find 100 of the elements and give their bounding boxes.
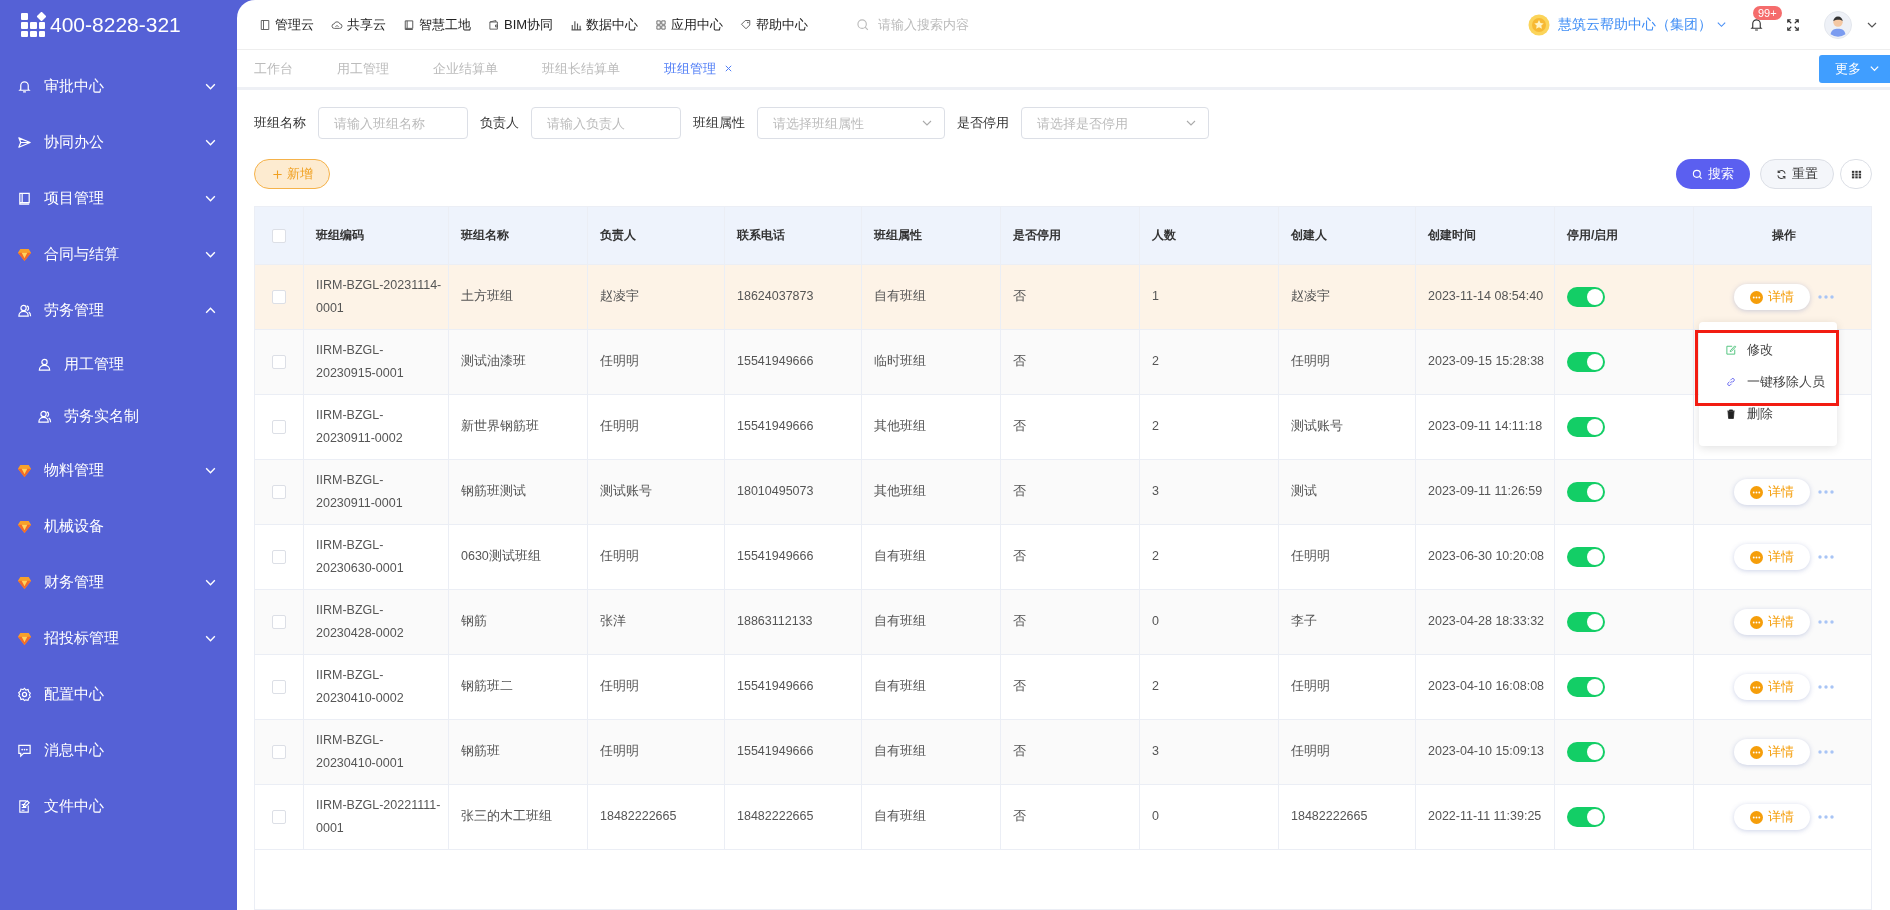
table-cell-text: IIRM-BZGL-20230428-0002: [316, 601, 405, 642]
table-cell-text: 2: [1152, 548, 1159, 566]
nav-link[interactable]: 管理云: [259, 15, 314, 34]
checkbox[interactable]: [272, 228, 286, 243]
menu-item[interactable]: 删除: [1703, 398, 1833, 430]
sidebar-item[interactable]: 财务管理: [0, 554, 237, 610]
users-icon: [17, 302, 32, 318]
column-header: 是否停用: [1013, 227, 1061, 245]
table-cell-text: 18863112133: [737, 613, 813, 631]
dots-icon: [1749, 680, 1763, 694]
sidebar-item[interactable]: 审批中心: [0, 58, 237, 114]
more-icon[interactable]: [1817, 685, 1834, 689]
table-cell-text: 钢筋班二: [461, 678, 513, 696]
checkbox[interactable]: [272, 550, 286, 564]
more-button[interactable]: 更多: [1819, 54, 1890, 83]
table-cell-text: 李子: [1291, 613, 1317, 631]
toggle-switch[interactable]: [1567, 677, 1605, 697]
table-cell-text: 2: [1152, 418, 1159, 436]
notification-icon[interactable]: [1749, 17, 1764, 32]
more-icon[interactable]: [1817, 750, 1834, 754]
nav-link[interactable]: 帮助中心: [740, 15, 809, 34]
table-row[interactable]: IIRM-BZGL-20230911-0001 钢筋班测试 测试账号 18010495073 其他班组 否 3 测试 2023-09-11 11:26:59 详情: [255, 460, 1871, 525]
table-row[interactable]: IIRM-BZGL-20230428-0002 钢筋 张洋 18863112133 自有班组 否 0 李子 2023-04-28 18:33:32 详情: [255, 590, 1871, 655]
sidebar-item[interactable]: 机械设备: [0, 498, 237, 554]
sidebar-item[interactable]: 消息中心: [0, 722, 237, 778]
more-icon[interactable]: [1817, 555, 1834, 559]
fullscreen-icon[interactable]: [1786, 17, 1800, 32]
avatar-icon[interactable]: [1824, 10, 1852, 39]
table-cell-text: 15541949666: [737, 678, 814, 696]
book-icon: [403, 18, 415, 31]
columns-button[interactable]: [1840, 159, 1872, 189]
checkbox[interactable]: [272, 355, 286, 369]
nav-link[interactable]: BIM协同: [488, 15, 554, 34]
table-row[interactable]: IIRM-BZGL-20230410-0001 钢筋班 任明明 15541949666 自有班组 否 3 任明明 2023-04-10 15:09:13 详情: [255, 720, 1871, 785]
sidebar-item[interactable]: 劳务管理: [0, 282, 237, 338]
nav-link[interactable]: 数据中心: [570, 15, 639, 34]
more-icon[interactable]: [1817, 490, 1834, 494]
refresh-icon: [1776, 168, 1787, 180]
table-cell-text: 张三的木工班组: [461, 808, 552, 826]
toggle-switch[interactable]: [1567, 287, 1605, 307]
toggle-switch[interactable]: [1567, 352, 1605, 372]
input-field[interactable]: 请输入负责人: [531, 107, 681, 139]
tab[interactable]: 班组管理: [664, 59, 733, 78]
column-header: 联系电话: [737, 227, 785, 245]
organization-dropdown[interactable]: 慧筑云帮助中心（集团）: [1558, 15, 1727, 34]
filter-label: 班组属性: [693, 114, 745, 132]
checkbox[interactable]: [272, 745, 286, 759]
more-icon[interactable]: [1817, 620, 1834, 624]
toggle-switch[interactable]: [1567, 417, 1605, 437]
panel-icon: [259, 18, 271, 31]
more-icon[interactable]: [1817, 815, 1834, 819]
table-cell-text: IIRM-BZGL-20221111-0001: [316, 796, 442, 837]
reset-button[interactable]: 重置: [1760, 159, 1834, 189]
toggle-switch[interactable]: [1567, 482, 1605, 502]
table-cell-text: 15541949666: [737, 548, 814, 566]
nav-link[interactable]: 应用中心: [655, 15, 724, 34]
table-cell-text: 自有班组: [874, 743, 926, 761]
search-icon: [1692, 168, 1703, 180]
sidebar-item[interactable]: 物料管理: [0, 442, 237, 498]
nav-link[interactable]: 共享云: [331, 15, 386, 34]
table-cell-text: 测试: [1291, 483, 1317, 501]
sidebar-item[interactable]: 文件中心: [0, 778, 237, 834]
toggle-switch[interactable]: [1567, 807, 1605, 827]
menu-item[interactable]: 修改: [1703, 334, 1833, 366]
toggle-switch[interactable]: [1567, 547, 1605, 567]
toggle-switch[interactable]: [1567, 742, 1605, 762]
checkbox[interactable]: [272, 290, 286, 304]
sidebar-item[interactable]: 合同与结算: [0, 226, 237, 282]
search-button[interactable]: 搜索: [1676, 159, 1750, 189]
checkbox[interactable]: [272, 810, 286, 824]
grid-icon: [655, 18, 668, 31]
table-cell-text: 2023-04-28 18:33:32: [1428, 613, 1545, 631]
table-cell-text: 否: [1013, 808, 1026, 826]
column-header: 班组属性: [874, 227, 922, 245]
select-field[interactable]: 请选择是否停用: [1021, 107, 1209, 139]
search-field[interactable]: 请输入搜索内容: [878, 17, 1077, 32]
sidebar-subitem[interactable]: 用工管理: [0, 338, 237, 390]
nav-link[interactable]: 智慧工地: [403, 15, 471, 34]
sidebar-item[interactable]: 配置中心: [0, 666, 237, 722]
input-field[interactable]: 请输入班组名称: [318, 107, 468, 139]
grid-icon: [1850, 168, 1862, 180]
close-icon[interactable]: [724, 64, 733, 73]
select-field[interactable]: 请选择班组属性: [757, 107, 945, 139]
bars-icon: [570, 18, 583, 31]
table-cell-text: 否: [1013, 353, 1026, 371]
table-row[interactable]: IIRM-BZGL-20231114-0001 土方班组 赵凌宇 18624037873 自有班组 否 1 赵凌宇 2023-11-14 08:54:40 详情: [255, 265, 1871, 330]
doc-icon: [17, 798, 32, 814]
sidebar-item[interactable]: 项目管理: [0, 170, 237, 226]
checkbox[interactable]: [272, 680, 286, 694]
sidebar-item[interactable]: 协同办公: [0, 114, 237, 170]
sidebar-subitem[interactable]: 劳务实名制: [0, 390, 237, 442]
checkbox[interactable]: [272, 420, 286, 434]
sidebar-item[interactable]: 招投标管理: [0, 610, 237, 666]
more-icon[interactable]: [1817, 295, 1834, 299]
toggle-switch[interactable]: [1567, 612, 1605, 632]
table-cell-text: IIRM-BZGL-20230410-0002: [316, 666, 405, 707]
checkbox[interactable]: [272, 485, 286, 499]
table-row[interactable]: IIRM-BZGL-20221111-0001 张三的木工班组 18482222665 18482222665 自有班组 否 0 18482222665 2022-11-11 11:39:25 详情: [255, 785, 1871, 850]
checkbox[interactable]: [272, 615, 286, 629]
menu-item[interactable]: 一键移除人员: [1703, 366, 1833, 398]
